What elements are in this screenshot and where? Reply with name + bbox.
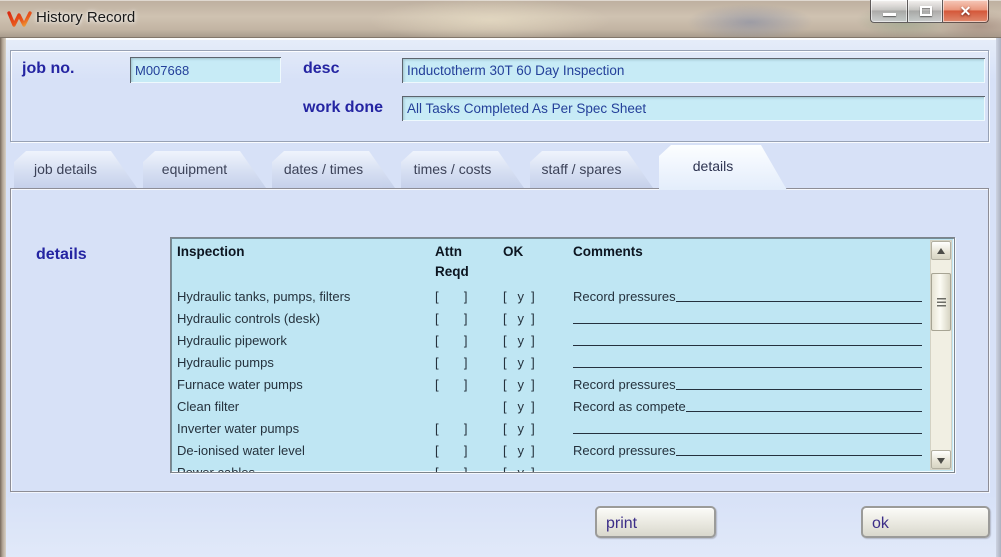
col-header-inspection: Inspection xyxy=(177,244,245,259)
tab-job-details[interactable]: job details xyxy=(14,151,137,188)
cell-attn: [ ] xyxy=(435,421,468,436)
table-row[interactable]: De-ionised water level [ ] [ y ] Record … xyxy=(177,440,924,462)
scrollbar-down-button[interactable] xyxy=(931,450,951,469)
table-row[interactable]: Hydraulic tanks, pumps, filters [ ] [ y … xyxy=(177,286,924,308)
work-done-label: work done xyxy=(303,99,383,117)
cell-inspection: Hydraulic tanks, pumps, filters xyxy=(177,289,350,304)
window-frame-left xyxy=(0,38,6,557)
table-row[interactable]: Hydraulic pipework [ ] [ y ] xyxy=(177,330,924,352)
maximize-icon xyxy=(920,6,932,16)
col-header-reqd: Reqd xyxy=(435,264,469,279)
vertical-scrollbar[interactable] xyxy=(930,240,952,470)
scrollbar-up-button[interactable] xyxy=(931,241,951,260)
cell-inspection: Hydraulic pumps xyxy=(177,355,274,370)
cell-ok: [ y ] xyxy=(503,333,535,348)
tab-times-costs[interactable]: times / costs xyxy=(401,151,524,188)
table-row[interactable]: Power cables [ ] [ y ] xyxy=(177,462,924,472)
arrow-up-icon xyxy=(937,248,945,254)
tab-dates-times[interactable]: dates / times xyxy=(272,151,395,188)
close-button[interactable]: ✕ xyxy=(943,0,989,23)
minimize-button[interactable] xyxy=(870,0,907,23)
ok-button[interactable]: ok xyxy=(861,506,990,538)
tab-details[interactable]: details xyxy=(659,145,787,190)
tab-staff-spares[interactable]: staff / spares xyxy=(530,151,653,188)
comment-underline xyxy=(686,399,922,412)
table-row[interactable]: Furnace water pumps [ ] [ y ] Record pre… xyxy=(177,374,924,396)
comment-underline xyxy=(573,311,922,324)
inspection-list-content: Inspection Attn Reqd OK Comments Hydraul… xyxy=(177,242,924,472)
inspection-listbox[interactable]: Inspection Attn Reqd OK Comments Hydraul… xyxy=(170,237,955,473)
cell-ok: [ y ] xyxy=(503,421,535,436)
cell-attn: [ ] xyxy=(435,465,468,472)
col-header-ok: OK xyxy=(503,244,523,259)
job-no-label: job no. xyxy=(22,60,74,78)
close-icon: ✕ xyxy=(943,3,988,20)
cell-comment xyxy=(573,311,922,326)
window-title: History Record xyxy=(36,9,135,26)
cell-ok: [ y ] xyxy=(503,465,535,472)
work-done-field[interactable] xyxy=(402,96,985,121)
comment-underline xyxy=(573,465,922,472)
print-button[interactable]: print xyxy=(595,506,716,538)
arrow-down-icon xyxy=(937,458,945,464)
comment-underline xyxy=(573,421,922,434)
title-bar[interactable]: History Record ✕ xyxy=(0,0,1001,38)
cell-comment: Record as compete xyxy=(573,399,922,414)
comment-underline xyxy=(676,377,922,390)
cell-comment xyxy=(573,355,922,370)
cell-inspection: De-ionised water level xyxy=(177,443,305,458)
cell-ok: [ y ] xyxy=(503,399,535,414)
details-section-label: details xyxy=(36,246,87,264)
cell-attn: [ ] xyxy=(435,443,468,458)
cell-inspection: Furnace water pumps xyxy=(177,377,303,392)
cell-inspection: Clean filter xyxy=(177,399,239,414)
list-header: Inspection Attn Reqd OK Comments xyxy=(177,242,924,286)
cell-comment: Record pressures xyxy=(573,289,922,304)
cell-attn: [ ] xyxy=(435,311,468,326)
cell-attn: [ ] xyxy=(435,355,468,370)
table-row[interactable]: Hydraulic controls (desk) [ ] [ y ] xyxy=(177,308,924,330)
cell-comment: Record pressures xyxy=(573,443,922,458)
cell-attn: [ ] xyxy=(435,333,468,348)
cell-ok: [ y ] xyxy=(503,443,535,458)
maximize-button[interactable] xyxy=(907,0,943,23)
minimize-icon xyxy=(883,13,896,16)
comment-underline xyxy=(573,355,922,368)
comment-underline xyxy=(676,443,922,456)
cell-ok: [ y ] xyxy=(503,289,535,304)
cell-inspection: Inverter water pumps xyxy=(177,421,299,436)
cell-inspection: Hydraulic pipework xyxy=(177,333,287,348)
cell-attn: [ ] xyxy=(435,377,468,392)
cell-comment xyxy=(573,333,922,348)
table-row[interactable]: Clean filter [ y ] Record as compete xyxy=(177,396,924,418)
cell-attn: [ ] xyxy=(435,289,468,304)
cell-ok: [ y ] xyxy=(503,311,535,326)
cell-comment xyxy=(573,465,922,472)
table-row[interactable]: Inverter water pumps [ ] [ y ] xyxy=(177,418,924,440)
cell-comment xyxy=(573,421,922,436)
comment-underline xyxy=(573,333,922,346)
cell-ok: [ y ] xyxy=(503,377,535,392)
cell-inspection: Hydraulic controls (desk) xyxy=(177,311,320,326)
scrollbar-thumb[interactable] xyxy=(931,273,951,331)
cell-ok: [ y ] xyxy=(503,355,535,370)
comment-underline xyxy=(676,289,922,302)
job-no-field[interactable] xyxy=(130,57,281,83)
cell-inspection: Power cables xyxy=(177,465,255,472)
tab-bar: job details equipment dates / times time… xyxy=(14,144,787,190)
col-header-comments: Comments xyxy=(573,244,643,259)
tab-equipment[interactable]: equipment xyxy=(143,151,266,188)
table-row[interactable]: Hydraulic pumps [ ] [ y ] xyxy=(177,352,924,374)
desc-label: desc xyxy=(303,60,339,78)
col-header-attn: Attn xyxy=(435,244,462,259)
desc-field[interactable] xyxy=(402,58,985,83)
window-controls: ✕ xyxy=(870,0,989,23)
cell-comment: Record pressures xyxy=(573,377,922,392)
app-logo-icon xyxy=(7,9,32,29)
window-frame-right xyxy=(996,38,1001,557)
